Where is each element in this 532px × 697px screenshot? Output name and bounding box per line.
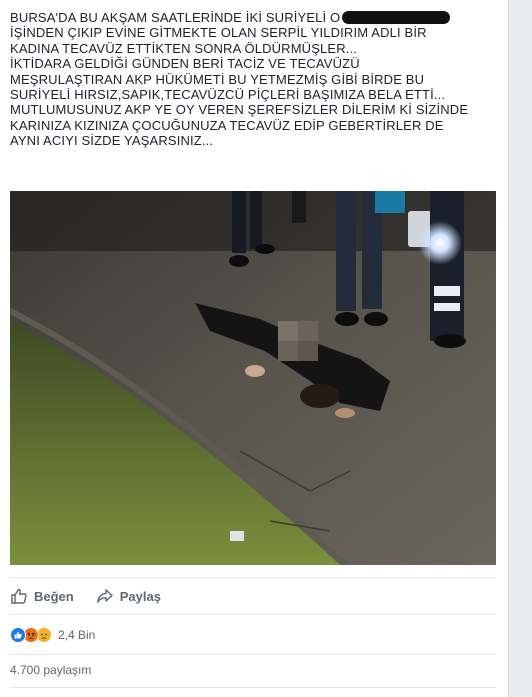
post-photo[interactable] [10, 191, 496, 565]
divider [10, 614, 496, 615]
post-line: AYNI ACIYI SİZDE YAŞARSINIZ... [10, 133, 214, 149]
share-button[interactable]: Paylaş [96, 587, 161, 605]
share-label: Paylaş [119, 588, 161, 604]
post-line: MUTLUMUSUNUZ AKP YE OY VEREN ŞEREFSİZLER… [10, 102, 469, 118]
divider [10, 654, 496, 655]
post-line: KARINIZA KIZINIZA ÇOCUĞUNUZA TECAVÜZ EDİ… [10, 117, 444, 133]
divider [10, 577, 496, 578]
post-line: SURİYELİ HIRSIZ,SAPIK,TECAVÜZCÜ PİÇLERİ … [10, 87, 446, 103]
redacted-name [342, 11, 451, 24]
action-bar: Beğen Paylaş [10, 582, 183, 610]
post-card: BURSA'DA BU AKŞAM SAATLERİNDE İKİ SURİYE… [0, 0, 509, 697]
post-text: BURSA'DA BU AKŞAM SAATLERİNDE İKİ SURİYE… [10, 10, 498, 149]
share-count[interactable]: 4.700 paylaşım [10, 663, 91, 677]
post-line: İKTİDARA GELDİĞİ GÜNDEN BERİ TACİZ VE TE… [10, 56, 360, 72]
post-line: KADINA TECAVÜZ ETTİKTEN SONRA ÖLDÜRMÜŞLE… [10, 40, 358, 56]
night-scene-photo [10, 191, 496, 565]
like-label: Beğen [34, 588, 74, 604]
share-arrow-icon [96, 589, 113, 603]
like-icon [10, 627, 26, 643]
like-button[interactable]: Beğen [10, 587, 74, 605]
reactions-summary[interactable]: 2,4 Bin [10, 625, 95, 645]
post-line: MEŞRULAŞTIRAN AKP HÜKÜMETİ BU YETMEZMİŞ … [10, 71, 425, 87]
post-line: İŞİNDEN ÇIKIP EVİNE GİTMEKTE OLAN SERPİL… [10, 25, 427, 41]
thumbs-up-icon [11, 588, 27, 604]
reaction-count: 2,4 Bin [58, 628, 96, 642]
post-line: BURSA'DA BU AKŞAM SAATLERİNDE İKİ SURİYE… [10, 10, 498, 25]
divider [10, 687, 496, 688]
